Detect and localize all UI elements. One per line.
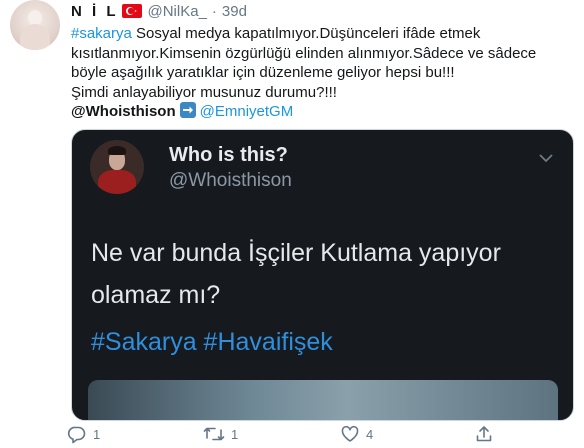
tweet-line-2: kısıtlanmıyor.Kimsenin özgürlüğü elinden… <box>71 44 537 62</box>
avatar-hair-shape <box>108 146 126 155</box>
embedded-text-line-2: olamaz mı? <box>91 281 221 309</box>
hashtag-link[interactable]: #sakarya <box>71 25 132 42</box>
tweet-text: #sakarya Sosyal medya kapatılmıyor.Düşün… <box>71 24 571 122</box>
tweet-line-text: Sosyal medya kapatılmıyor.Düşünceleri if… <box>131 25 481 42</box>
retweet-count: 1 <box>231 426 239 442</box>
media-screenshot[interactable]: Who is this? @Whoisthison Ne var bunda İ… <box>71 129 574 421</box>
retweet-button[interactable]: 1 <box>203 424 238 444</box>
chevron-down-icon <box>538 150 554 168</box>
right-arrow-emoji-icon <box>179 102 196 118</box>
embedded-hashtags: #Sakarya #Havaifişek <box>91 328 333 356</box>
retweet-icon <box>203 427 225 441</box>
mention-source[interactable]: @Whoisthison <box>71 103 176 120</box>
author-avatar[interactable] <box>10 0 60 50</box>
header-separator: · <box>211 2 217 20</box>
avatar-coat-shape <box>98 170 136 194</box>
author-display-name[interactable]: N İ L <box>71 3 119 20</box>
turkey-flag-icon <box>121 4 142 18</box>
reply-button[interactable]: 1 <box>67 424 100 444</box>
embedded-avatar <box>90 140 144 194</box>
reply-count: 1 <box>93 426 101 442</box>
embedded-tweet-text: Ne var bunda İşçiler Kutlama yapıyor ola… <box>91 232 561 316</box>
mention-target-link[interactable]: @EmniyetGM <box>200 103 294 120</box>
embedded-text-line-1: Ne var bunda İşçiler Kutlama yapıyor <box>91 239 501 267</box>
share-icon <box>476 426 492 442</box>
tweet-line-5: @Whoisthison @EmniyetGM <box>71 102 571 122</box>
reply-icon <box>67 426 86 444</box>
embedded-display-name: Who is this? <box>169 144 288 166</box>
like-icon <box>341 425 359 442</box>
share-button[interactable] <box>474 424 494 444</box>
embedded-image-preview <box>88 380 558 420</box>
like-button[interactable]: 4 <box>340 424 373 444</box>
avatar-body-shape <box>20 24 50 50</box>
tweet-actions: 1 1 4 <box>0 422 584 448</box>
tweet-line-1: #sakarya Sosyal medya kapatılmıyor.Düşün… <box>71 24 571 44</box>
tweet-line-3: böyle aşağılık yaratıklar için düzenleme… <box>71 64 455 81</box>
embedded-handle: @Whoisthison <box>169 170 292 191</box>
tweet-line-4: Şimdi anlayabiliyor musunuz durumu?!!! <box>71 83 337 101</box>
tweet-timestamp[interactable]: 39d <box>222 3 247 20</box>
author-handle[interactable]: @NilKa_ <box>148 3 207 20</box>
like-count: 4 <box>366 426 374 442</box>
tweet-header: N İ L @NilKa_ · 39d <box>71 0 247 22</box>
